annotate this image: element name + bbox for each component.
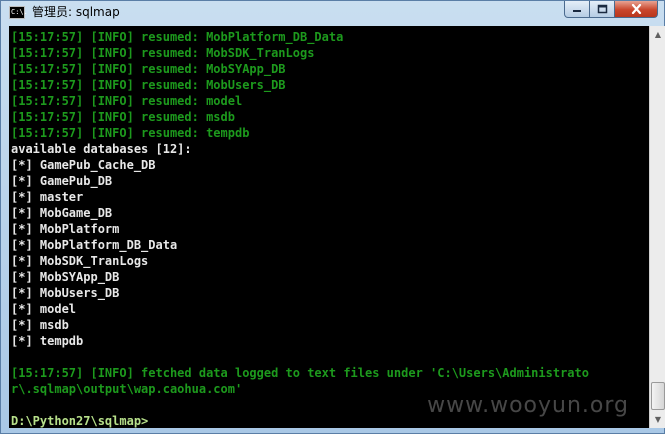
console-line: [*] MobUsers_DB <box>11 286 120 300</box>
close-button[interactable] <box>615 1 658 18</box>
minimize-icon <box>573 10 581 12</box>
maximize-icon <box>597 4 607 14</box>
console-line: [*] MobSYApp_DB <box>11 270 120 284</box>
minimize-button[interactable] <box>564 1 590 18</box>
scrollbar-thumb[interactable] <box>651 382 665 410</box>
console-line: [*] MobPlatform <box>11 222 120 236</box>
console-window: C:\. 管理员: sqlmap [15:17:57] [INFO] resum… <box>0 0 665 434</box>
console-line: [15:17:57] [INFO] resumed: MobSYApp_DB <box>11 62 286 76</box>
console-line: [*] msdb <box>11 318 69 332</box>
console-lines: [15:17:57] [INFO] resumed: MobPlatform_D… <box>11 29 589 428</box>
console-line: [15:17:57] [INFO] fetched data logged to… <box>11 366 589 380</box>
console-line: [*] MobSDK_TranLogs <box>11 254 149 268</box>
cmd-icon[interactable]: C:\. <box>9 6 28 19</box>
console-line: [15:17:57] [INFO] resumed: tempdb <box>11 126 250 140</box>
arrow-up-icon: ▲ <box>654 30 662 39</box>
console-line: [*] GamePub_DB <box>11 174 113 188</box>
console-line: [15:17:57] [INFO] resumed: msdb <box>11 110 235 124</box>
scroll-up-button[interactable]: ▲ <box>650 26 665 43</box>
vertical-scrollbar[interactable]: ▲ ▼ <box>649 26 665 428</box>
console-output[interactable]: [15:17:57] [INFO] resumed: MobPlatform_D… <box>9 26 649 428</box>
console-line: available databases [12]: <box>11 142 192 156</box>
console-line: [*] MobGame_DB <box>11 206 113 220</box>
console-line: [15:17:57] [INFO] resumed: MobUsers_DB <box>11 78 286 92</box>
console-line: [*] master <box>11 190 84 204</box>
window-title: 管理员: sqlmap <box>32 5 120 19</box>
console-line: [15:17:57] [INFO] resumed: MobPlatform_D… <box>11 30 344 44</box>
console-line: [*] GamePub_Cache_DB <box>11 158 156 172</box>
console-line: [15:17:57] [INFO] resumed: model <box>11 94 243 108</box>
maximize-button[interactable] <box>590 1 615 18</box>
console-line: [*] MobPlatform_DB_Data <box>11 238 178 252</box>
window-controls <box>564 1 658 18</box>
watermark: www.wooyun.org <box>427 393 629 418</box>
title-bar[interactable]: C:\. 管理员: sqlmap <box>1 1 664 25</box>
arrow-down-icon: ▼ <box>654 415 662 424</box>
console-line: [*] model <box>11 302 77 316</box>
close-icon <box>631 4 641 14</box>
console-line: [*] tempdb <box>11 334 84 348</box>
console-line: [15:17:57] [INFO] resumed: MobSDK_TranLo… <box>11 46 315 60</box>
scroll-down-button[interactable]: ▼ <box>650 411 665 428</box>
